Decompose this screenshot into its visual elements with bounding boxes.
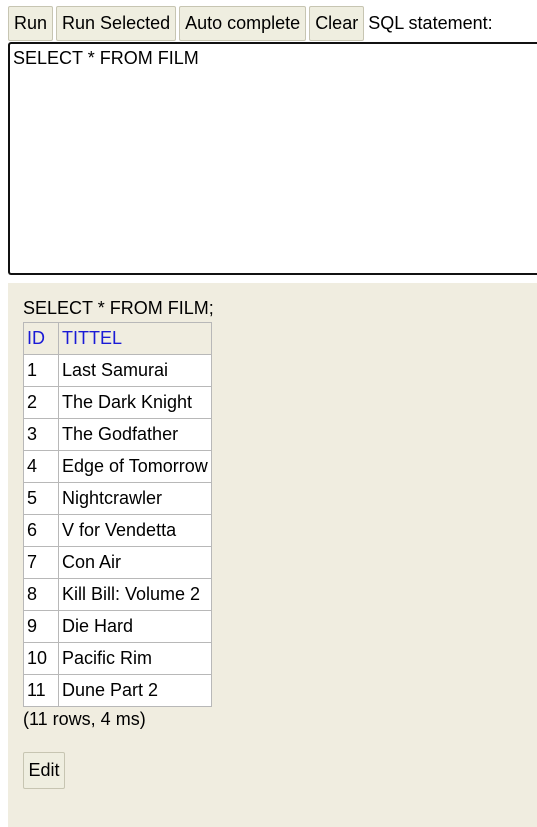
cell-id: 4 [23,450,59,483]
table-row: 6 V for Vendetta [23,514,212,547]
column-header-tittel[interactable]: TITTEL [58,322,212,355]
row-count-status: (11 rows, 4 ms) [23,709,146,729]
cell-tittel: Last Samurai [58,354,212,387]
clear-button[interactable]: Clear [309,6,365,41]
query-echo: SELECT * FROM FILM; [23,298,214,318]
cell-tittel: V for Vendetta [58,514,212,547]
cell-tittel: Nightcrawler [58,482,212,515]
table-row: 9 Die Hard [23,610,212,643]
table-row: 7 Con Air [23,546,212,579]
cell-id: 1 [23,354,59,387]
cell-id: 10 [23,642,59,675]
table-row: 5 Nightcrawler [23,482,212,515]
cell-id: 7 [23,546,59,579]
cell-tittel: The Dark Knight [58,386,212,419]
cell-tittel: The Godfather [58,418,212,451]
table-row: 3 The Godfather [23,418,212,451]
cell-tittel: Die Hard [58,610,212,643]
sql-editor[interactable]: SELECT * FROM FILM [8,42,537,275]
cell-id: 11 [23,674,59,707]
table-row: 2 The Dark Knight [23,386,212,419]
table-header-row: ID TITTEL [23,322,212,355]
table-row: 4 Edge of Tomorrow [23,450,212,483]
run-selected-button[interactable]: Run Selected [56,6,177,41]
cell-tittel: Edge of Tomorrow [58,450,212,483]
column-header-id[interactable]: ID [23,322,59,355]
cell-id: 5 [23,482,59,515]
cell-tittel: Kill Bill: Volume 2 [58,578,212,611]
table-row: 1 Last Samurai [23,354,212,387]
sql-statement-label: SQL statement: [368,13,493,33]
cell-id: 3 [23,418,59,451]
run-button[interactable]: Run [8,6,54,41]
auto-complete-button[interactable]: Auto complete [179,6,307,41]
toolbar: Run Run Selected Auto complete Clear SQL… [8,6,493,41]
cell-tittel: Dune Part 2 [58,674,212,707]
table-row: 11 Dune Part 2 [23,674,212,707]
cell-tittel: Con Air [58,546,212,579]
table-row: 10 Pacific Rim [23,642,212,675]
results-panel: SELECT * FROM FILM; ID TITTEL 1 Last Sam… [8,283,537,827]
result-table: ID TITTEL 1 Last Samurai 2 The Dark Knig… [23,322,212,707]
cell-tittel: Pacific Rim [58,642,212,675]
cell-id: 8 [23,578,59,611]
cell-id: 2 [23,386,59,419]
edit-button[interactable]: Edit [23,752,65,789]
table-row: 8 Kill Bill: Volume 2 [23,578,212,611]
cell-id: 6 [23,514,59,547]
cell-id: 9 [23,610,59,643]
